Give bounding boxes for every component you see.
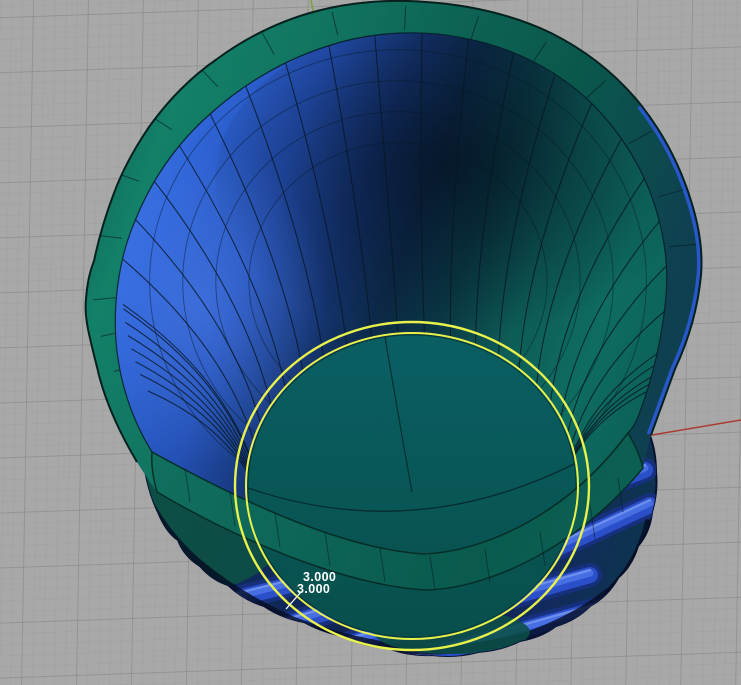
dimension-label-2: 3.000 <box>297 582 330 596</box>
viewport-3d[interactable]: 3.000 3.000 <box>0 0 741 685</box>
